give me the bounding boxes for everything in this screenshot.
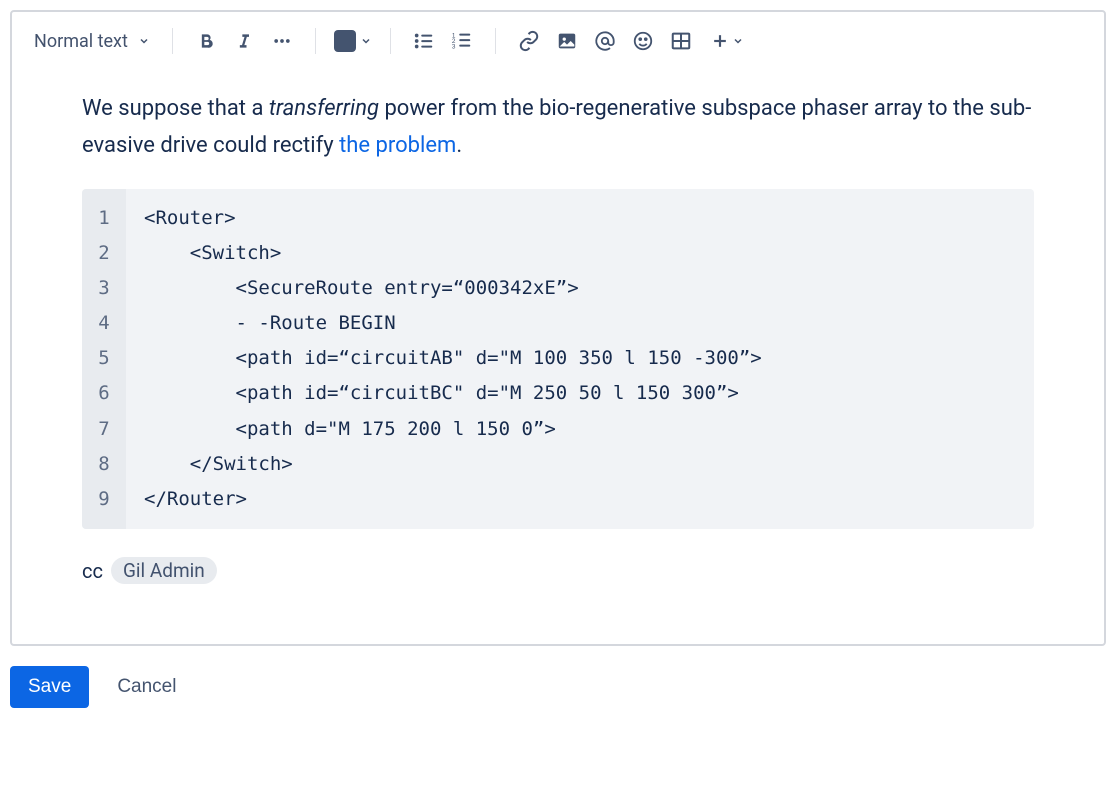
save-button[interactable]: Save [10, 666, 89, 708]
code-line: <path d="M 175 200 l 150 0”> [144, 412, 762, 447]
toolbar-divider [315, 28, 316, 54]
code-gutter: 123456789 [82, 189, 126, 529]
cancel-button[interactable]: Cancel [113, 666, 180, 708]
cc-label: cc [82, 559, 103, 583]
bold-button[interactable] [189, 24, 223, 58]
line-number: 1 [82, 201, 126, 236]
image-button[interactable] [550, 24, 584, 58]
bullet-list-button[interactable] [407, 24, 441, 58]
toolbar-divider [172, 28, 173, 54]
emoji-button[interactable] [626, 24, 660, 58]
footer: Save Cancel [10, 646, 1106, 708]
code-line: </Switch> [144, 447, 762, 482]
color-swatch [334, 30, 356, 52]
line-number: 3 [82, 271, 126, 306]
editor-container: Normal text [10, 10, 1106, 646]
text-style-dropdown[interactable]: Normal text [28, 27, 156, 56]
mention-chip[interactable]: Gil Admin [111, 557, 217, 584]
line-number: 9 [82, 482, 126, 517]
text-style-label: Normal text [34, 31, 128, 52]
code-line: - -Route BEGIN [144, 306, 762, 341]
chevron-down-icon [138, 35, 150, 47]
italic-button[interactable] [227, 24, 261, 58]
insert-more-button[interactable] [710, 31, 744, 51]
mention-button[interactable] [588, 24, 622, 58]
italic-text: transferring [269, 96, 379, 121]
text-color-button[interactable] [332, 30, 374, 52]
code-line: <SecureRoute entry=“000342xE”> [144, 271, 762, 306]
code-line: <path id=“circuitAB" d="M 100 350 l 150 … [144, 341, 762, 376]
code-line: <Router> [144, 201, 762, 236]
line-number: 4 [82, 306, 126, 341]
text: We suppose that a [82, 96, 269, 121]
editor-content[interactable]: We suppose that a transferring power fro… [12, 70, 1104, 644]
line-number: 5 [82, 341, 126, 376]
toolbar: Normal text [12, 12, 1104, 70]
toolbar-divider [390, 28, 391, 54]
table-button[interactable] [664, 24, 698, 58]
chevron-down-icon [360, 35, 372, 47]
code-block[interactable]: 123456789 <Router> <Switch> <SecureRoute… [82, 189, 1034, 529]
link-button[interactable] [512, 24, 546, 58]
paragraph[interactable]: We suppose that a transferring power fro… [82, 90, 1034, 165]
more-formatting-button[interactable] [265, 24, 299, 58]
line-number: 2 [82, 236, 126, 271]
code-line: <path id=“circuitBC" d="M 250 50 l 150 3… [144, 376, 762, 411]
code-line: </Router> [144, 482, 762, 517]
code-body[interactable]: <Router> <Switch> <SecureRoute entry=“00… [126, 189, 780, 529]
line-number: 7 [82, 412, 126, 447]
line-number: 8 [82, 447, 126, 482]
line-number: 6 [82, 376, 126, 411]
numbered-list-button[interactable]: 123 [445, 24, 479, 58]
link-the-problem[interactable]: the problem [339, 133, 456, 158]
svg-text:3: 3 [452, 43, 456, 50]
toolbar-divider [495, 28, 496, 54]
text: . [456, 133, 462, 158]
code-line: <Switch> [144, 236, 762, 271]
